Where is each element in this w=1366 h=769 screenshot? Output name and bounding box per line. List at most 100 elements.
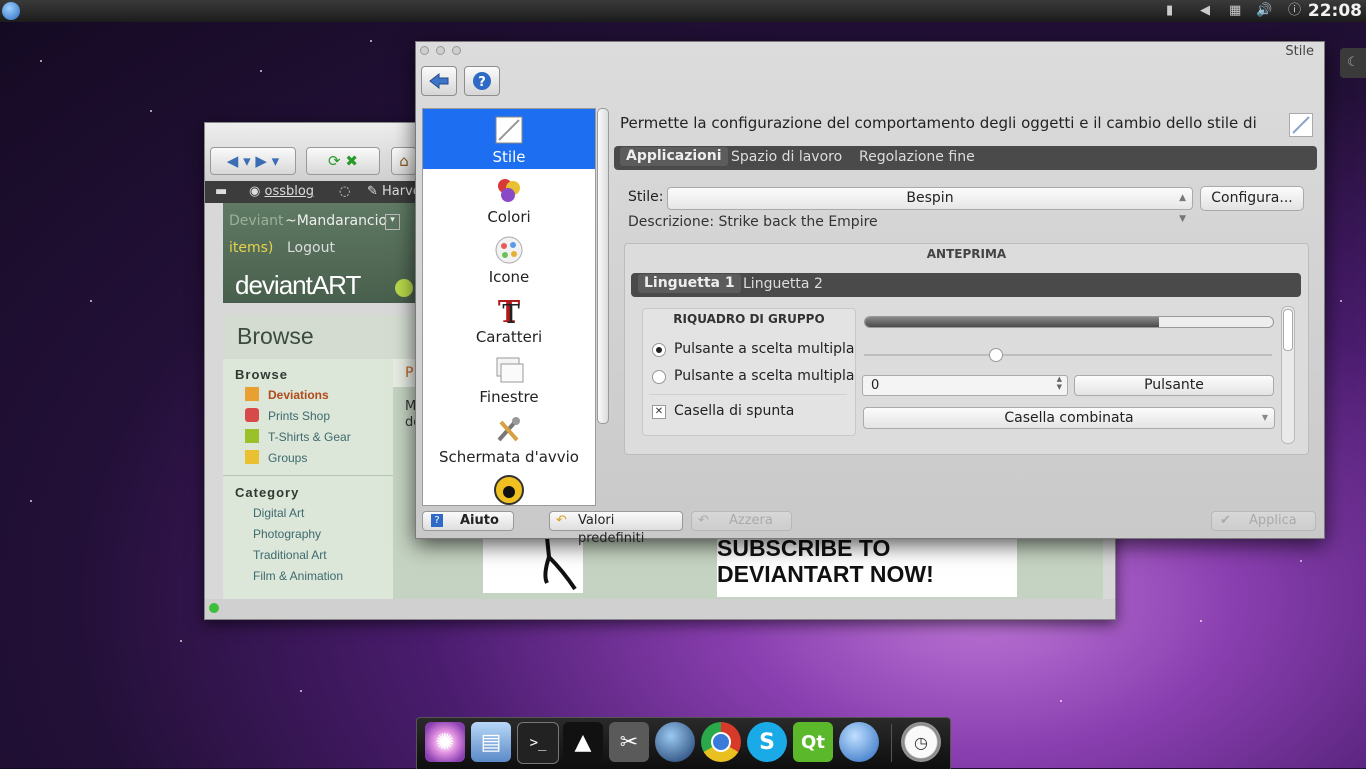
dock-separator <box>891 724 892 762</box>
style-combobox-value: Bespin <box>906 190 954 206</box>
preview-spinbox[interactable]: 0 ▲ ▼ <box>862 375 1068 396</box>
da-nav-items[interactable]: items) <box>229 240 273 256</box>
windows-icon <box>496 357 524 383</box>
sidebar-item-label: Finestre <box>479 388 539 406</box>
da-nav-username[interactable]: ~Mandarancio <box>285 213 387 229</box>
network-icon[interactable] <box>839 722 879 762</box>
tab-applicazioni[interactable]: Applicazioni <box>620 147 728 166</box>
system-settings-icon[interactable]: ✺ <box>425 722 465 762</box>
preview-tab-2[interactable]: Linguetta 2 <box>743 276 823 292</box>
style-label: Stile: <box>628 189 664 205</box>
style-combobox[interactable]: Bespin ▲ ▼ <box>667 187 1193 224</box>
cat-film-animation[interactable]: Film & Animation <box>253 569 343 583</box>
help-button[interactable]: ? <box>464 66 500 96</box>
bookmark-separator-icon: ◌ <box>339 184 351 199</box>
sidebar-item-label: Stile <box>492 148 526 166</box>
divider <box>223 475 393 476</box>
minimize-window-icon[interactable] <box>436 46 445 55</box>
clock-icon[interactable]: ◷ <box>901 722 941 762</box>
style-description: Descrizione: Strike back the Empire <box>628 214 878 230</box>
preview-scroll-thumb[interactable] <box>1283 309 1293 351</box>
home-icon[interactable]: ⌂ <box>391 147 417 175</box>
info-icon[interactable]: ⓘ <box>1288 3 1301 19</box>
radio-label-1: Pulsante a scelta multipla <box>674 341 855 357</box>
cat-digital-art[interactable]: Digital Art <box>253 506 304 520</box>
spin-arrows-icon[interactable]: ▲ ▼ <box>1057 375 1062 391</box>
preview-title: ANTEPRIMA <box>926 247 1007 261</box>
chevron-down-icon: ▼ <box>1261 413 1268 422</box>
kmenu-icon[interactable] <box>2 2 20 20</box>
reset-button[interactable]: ↶ Azzera <box>691 511 792 531</box>
link-tshirts[interactable]: T-Shirts & Gear <box>268 430 351 444</box>
preview-combobox[interactable]: Casella combinata ▼ <box>863 407 1275 429</box>
volume-icon[interactable]: 🔊 <box>1256 3 1272 19</box>
link-prints-shop[interactable]: Prints Shop <box>268 409 330 423</box>
bookmark-ossblog[interactable]: ◉ ossblog <box>249 184 314 199</box>
system-settings-window[interactable]: Stile ? Stile Colori Icone TT Caratteri … <box>415 41 1325 546</box>
sidebar-item-caratteri[interactable]: TT Caratteri <box>423 289 595 349</box>
inkscape-icon[interactable]: ▲ <box>563 722 603 762</box>
file-manager-icon[interactable]: ▤ <box>471 722 511 762</box>
style-icon <box>495 116 523 144</box>
checkbox[interactable]: ✕ <box>652 405 666 419</box>
tools-icon[interactable]: ✂ <box>609 722 649 762</box>
sidebar-item-more[interactable] <box>423 469 595 505</box>
sidebar-item-finestre[interactable]: Finestre <box>423 349 595 409</box>
configure-button[interactable]: Configura... <box>1200 186 1304 211</box>
thumbnail-image[interactable] <box>483 535 583 593</box>
folder-icon[interactable]: ▬ <box>215 184 227 199</box>
scroll-thumb[interactable] <box>597 108 609 424</box>
sidebar-item-schermata-avvio[interactable]: Schermata d'avvio <box>423 409 595 469</box>
network-monitor-icon[interactable]: ▦ <box>1229 3 1241 19</box>
terminal-icon[interactable]: >_ <box>517 722 559 764</box>
preview-progress-bar <box>864 316 1274 328</box>
back-button[interactable] <box>421 66 457 96</box>
da-logout-link[interactable]: Logout <box>287 240 335 256</box>
close-window-icon[interactable] <box>420 46 429 55</box>
slider-knob[interactable] <box>988 348 1003 362</box>
back-arrow-icon[interactable]: ◀ <box>1200 3 1210 19</box>
cat-traditional-art[interactable]: Traditional Art <box>253 548 327 562</box>
apply-button[interactable]: ✔ Applica <box>1211 511 1316 531</box>
subscribe-banner[interactable]: SUBSCRIBE TO DEVIANTART NOW! <box>717 535 1017 597</box>
link-groups[interactable]: Groups <box>268 451 307 465</box>
radio-button[interactable] <box>652 370 666 384</box>
preview-panel: ANTEPRIMA Linguetta 1 Linguetta 2 RIQUAD… <box>624 243 1309 455</box>
maximize-window-icon[interactable] <box>452 46 461 55</box>
icons-icon <box>495 236 523 264</box>
tab-regolazione-fine[interactable]: Regolazione fine <box>859 149 975 165</box>
combobox-arrows-icon: ▲ ▼ <box>1179 193 1186 224</box>
link-deviations[interactable]: Deviations <box>268 388 329 402</box>
reload-stop-buttons[interactable]: ⟳ ✖ <box>306 147 380 175</box>
preview-push-button[interactable]: Pulsante <box>1074 375 1274 396</box>
clock[interactable]: 22:08 <box>1308 1 1362 21</box>
reset-button-label: Azzera <box>729 513 773 528</box>
sidebar-item-colori[interactable]: Colori <box>423 169 595 229</box>
deviantart-logo[interactable]: deviantART <box>235 270 361 301</box>
preview-slider[interactable] <box>864 348 1272 362</box>
skype-icon[interactable]: S <box>747 722 787 762</box>
sidebar-item-stile[interactable]: Stile <box>423 109 595 169</box>
sidebar-category-heading: Category <box>235 485 300 500</box>
back-forward-buttons[interactable]: ◀ ▾ ▶ ▾ <box>210 147 296 175</box>
tab-spazio-di-lavoro[interactable]: Spazio di lavoro <box>731 149 842 165</box>
chrome-icon[interactable] <box>701 722 741 762</box>
radio-button-checked[interactable] <box>652 343 666 357</box>
sidebar-scrollbar[interactable] <box>597 108 609 504</box>
battery-icon[interactable]: ▮ <box>1166 3 1173 19</box>
da-nav-dropdown-icon[interactable]: ▾ <box>385 214 400 230</box>
dashboard-toggle-icon[interactable]: ☾ <box>1340 48 1366 78</box>
preview-scrollbar[interactable] <box>1281 306 1295 444</box>
help-bottom-button[interactable]: ? Aiuto <box>422 511 514 531</box>
cat-photography[interactable]: Photography <box>253 527 321 541</box>
preview-tab-1[interactable]: Linguetta 1 <box>638 274 741 293</box>
colors-icon <box>498 179 520 202</box>
search-icon[interactable] <box>395 279 413 297</box>
bookmark-harve[interactable]: ✎ Harve <box>367 184 421 199</box>
help-icon: ? <box>431 514 443 527</box>
qt-creator-icon[interactable]: Qt <box>793 722 833 762</box>
da-nav-label: Deviant <box>229 213 284 229</box>
globe-icon[interactable] <box>655 722 695 762</box>
defaults-button[interactable]: ↶ Valori predefiniti <box>549 511 683 546</box>
sidebar-item-icone[interactable]: Icone <box>423 229 595 289</box>
